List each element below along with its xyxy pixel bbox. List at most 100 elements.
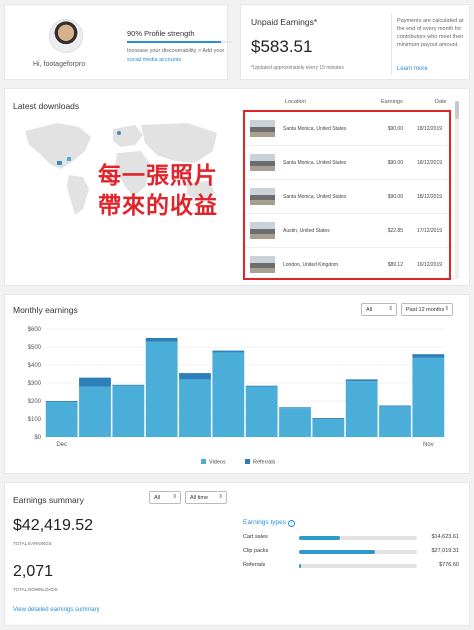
summary-period-select[interactable]: All time ⇕: [185, 491, 227, 504]
total-downloads-label: TOTAL DOWNLOADS: [13, 587, 58, 592]
thumbnail-image[interactable]: [250, 120, 275, 137]
chevron-down-icon: ⇕: [388, 306, 393, 312]
table-row[interactable]: Santa Monica, United States $90.00 18/12/2…: [245, 180, 449, 214]
earnings-type-row: Referrals $776.60: [243, 561, 459, 573]
thumbnail-image[interactable]: [250, 188, 275, 205]
table-row[interactable]: London, United Kingdom $89.12 16/12/2019: [245, 248, 449, 278]
profile-card: Hi, footagefor​pro 90% Profile strength …: [4, 4, 231, 80]
social-media-link[interactable]: social media accounts: [127, 57, 181, 63]
total-earnings-label: TOTAL EARNINGS: [13, 541, 52, 546]
thumbnail-image[interactable]: [250, 256, 275, 273]
update-note: *Updated approximately every 15 minutes: [251, 65, 344, 71]
view-detailed-summary-link[interactable]: View detailed earnings summary: [13, 607, 100, 613]
row-earnings: $22.85: [387, 228, 403, 234]
bar-referrals: [112, 384, 145, 386]
bar-videos: [112, 385, 145, 437]
summary-period-value: All time: [190, 495, 209, 501]
legend-label: Referrals: [253, 460, 276, 466]
earnings-type-value: $776.60: [439, 562, 459, 568]
bar-referrals: [412, 354, 445, 358]
profile-strength-text: Increase your discoverability > Add your: [127, 48, 225, 54]
bar-referrals: [179, 373, 211, 380]
monthly-period-select[interactable]: Past 12 months ⇕: [401, 303, 453, 316]
table-row[interactable]: Austin, United States $22.85 17/12/2019: [245, 214, 449, 248]
thumbnail-image[interactable]: [250, 222, 275, 239]
y-tick-label: $200: [28, 399, 42, 405]
header-date: Date: [435, 99, 447, 105]
legend-swatch: [201, 459, 206, 464]
profile-strength-description: Increase your discoverability > Add your…: [127, 47, 231, 65]
table-row[interactable]: Santa Monica, United States $90.00 18/12/2…: [245, 112, 449, 146]
earnings-types-label: Earnings types: [243, 519, 286, 526]
earnings-type-value: $27,019.31: [431, 548, 459, 554]
thumbnail-image[interactable]: [250, 154, 275, 171]
earnings-type-bar: [299, 536, 417, 540]
earnings-type-fill: [299, 550, 375, 554]
earnings-type-value: $14,623.61: [431, 534, 459, 540]
header-location: Location: [285, 99, 306, 105]
map-europe: [113, 125, 143, 147]
row-location: Santa Monica, United States: [283, 126, 347, 132]
earnings-type-fill: [299, 536, 341, 540]
summary-type-value: All: [154, 495, 161, 501]
y-tick-label: $500: [28, 345, 42, 351]
bar-referrals: [345, 379, 378, 382]
scrollbar-thumb[interactable]: [455, 101, 459, 119]
earnings-type-bar: [299, 564, 417, 568]
latest-downloads-title: Latest downloads: [13, 101, 80, 111]
bar-referrals: [312, 418, 345, 419]
row-location: Austin, United States: [283, 228, 330, 234]
bar-referrals: [379, 405, 411, 407]
bar-videos: [145, 341, 178, 437]
map-highlight-us-west: [57, 161, 62, 165]
table-row[interactable]: Santa Monica, United States $90.00 18/12/2…: [245, 146, 449, 180]
bar-videos: [312, 419, 345, 437]
row-date: 17/12/2019: [417, 228, 443, 234]
bar-videos: [412, 357, 445, 437]
earnings-type-label: Clip packs: [243, 548, 269, 554]
bar-videos: [279, 408, 311, 437]
bar-referrals: [212, 350, 245, 353]
monthly-earnings-title: Monthly earnings: [13, 305, 78, 315]
bar-videos: [212, 352, 245, 437]
y-tick-label: $0: [34, 435, 41, 441]
overlay-caption: 每一張照片 帶來的收益: [98, 163, 218, 219]
profile-strength-fill: [127, 41, 221, 43]
bar-videos: [245, 386, 278, 437]
row-location: Santa Monica, United States: [283, 194, 347, 200]
greeting: Hi, footagefor​pro: [33, 61, 86, 68]
unpaid-earnings-title: Unpaid Earnings*: [251, 17, 318, 27]
earnings-summary-title: Earnings summary: [13, 495, 84, 505]
earnings-type-label: Referrals: [243, 562, 266, 568]
bar-referrals: [279, 407, 311, 409]
profile-strength-bar: [127, 41, 231, 43]
monthly-type-select[interactable]: All ⇕: [361, 303, 397, 316]
unpaid-earnings-amount: $583.51: [251, 37, 313, 56]
chevron-down-icon: ⇕: [172, 494, 177, 500]
row-earnings: $90.00: [387, 126, 403, 132]
map-highlight-us-south: [67, 157, 71, 161]
y-tick-label: $100: [28, 417, 42, 423]
earnings-summary-card: Earnings summary All ⇕ All time ⇕ $42,41…: [4, 482, 470, 626]
avatar[interactable]: [49, 19, 83, 53]
summary-type-select[interactable]: All ⇕: [149, 491, 181, 504]
map-asia: [141, 123, 217, 163]
total-earnings-value: $42,419.52: [13, 517, 94, 534]
learn-more-link[interactable]: Learn more: [397, 66, 428, 72]
legend-label: Videos: [209, 460, 226, 466]
earnings-type-label: Cart sales: [243, 534, 268, 540]
monthly-period-value: Past 12 months: [406, 307, 445, 313]
monthly-earnings-card: Monthly earnings All ⇕ Past 12 months ⇕ …: [4, 294, 470, 474]
map-highlight-uk: [117, 131, 121, 135]
divider: [391, 13, 392, 75]
row-location: London, United Kingdom: [283, 262, 339, 268]
row-date: 18/12/2019: [417, 194, 443, 200]
earnings-types-title[interactable]: Earnings types ?: [243, 519, 295, 527]
downloads-scrollbar[interactable]: [455, 101, 459, 279]
bar-referrals: [79, 377, 111, 387]
y-tick-label: $300: [28, 381, 42, 387]
payment-note: Payments are calculated at the end of ev…: [397, 18, 464, 48]
unpaid-earnings-card: Unpaid Earnings* $583.51 *Updated approx…: [240, 4, 470, 80]
help-icon[interactable]: ?: [287, 520, 295, 527]
latest-downloads-card: Latest downloads 每一張照片 帶來的收益 Location Ea…: [4, 88, 470, 286]
